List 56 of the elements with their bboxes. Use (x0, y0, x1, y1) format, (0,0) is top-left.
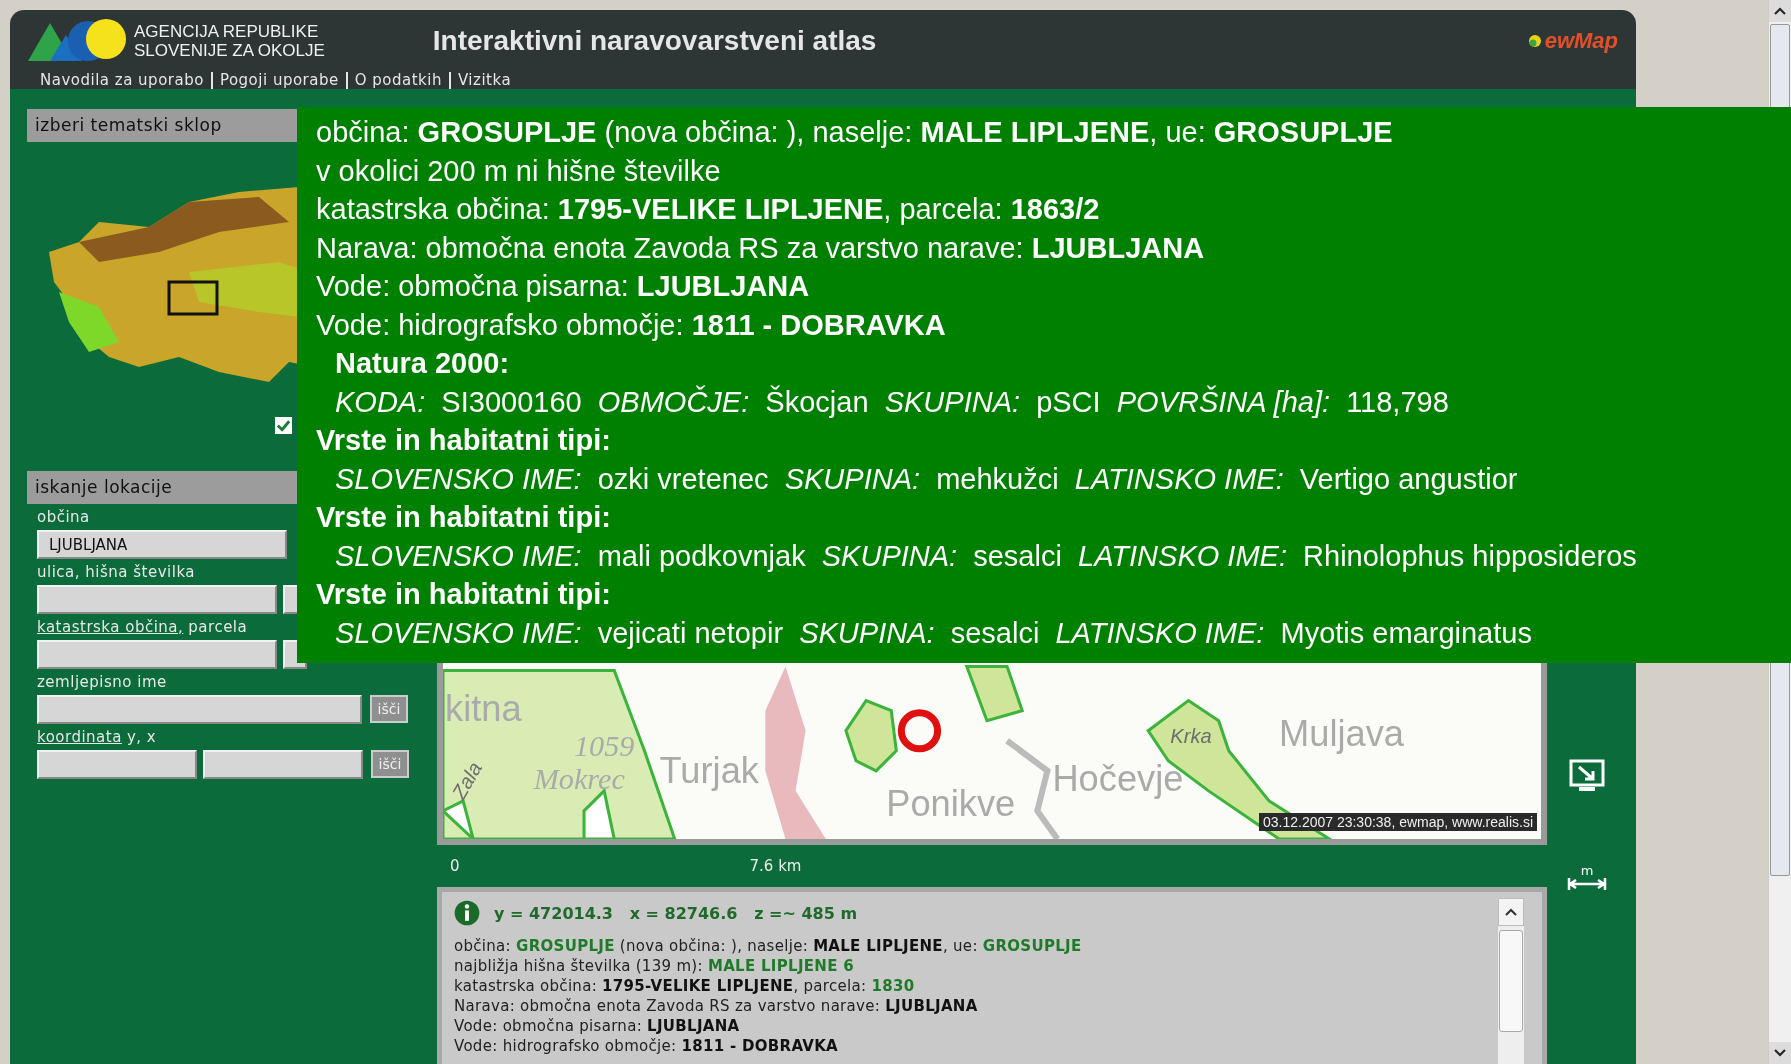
info-icon (454, 900, 480, 926)
measure-tool[interactable]: m (1567, 865, 1607, 891)
tooltip-line: Vode: območna pisarna: LJUBLJANA (316, 269, 810, 304)
info-line: Vode: območna pisarna: LJUBLJANA (454, 1016, 741, 1036)
place-label: kitna (445, 687, 522, 729)
place-label: Mokrec (533, 761, 625, 796)
place-label: Muljava (1279, 712, 1405, 754)
tooltip-line: Natura 2000: (334, 346, 510, 381)
info-line: Narava: območna enota Zavoda RS za varstvo narave: LJUBLJANA (454, 996, 979, 1016)
tooltip-line: v okolici 200 m ni hišne številke (316, 153, 721, 189)
tooltip-line: SLOVENSKO IME: mali podkovnjak SKUPINA: sesalci LATINSKO IME: Rhinolophus hipposideros (334, 538, 1637, 574)
field-label: ulica, hišna številka (37, 563, 196, 583)
tooltip-line: KODA: SI3000160 OBMOČJE: Škocjan SKUPINA: pSCI POVRŠINA [ha]: 118,798 (334, 384, 1449, 420)
logo-icon (28, 19, 128, 63)
place-label: Hočevje (1052, 757, 1184, 799)
input-field[interactable] (37, 695, 362, 724)
scroll-down-icon[interactable] (1774, 1049, 1786, 1057)
info-line: občina: GROSUPLJE (nova občina: ), naselje: MALE LIPLJENE, ue: GROSUPLJE (454, 936, 1083, 956)
tooltip-line: katastrska občina: 1795-VELIKE LIPLJENE, parcela: 1863/2 (316, 192, 1100, 227)
field-label-link[interactable]: katastrska občina, (37, 618, 184, 640)
overview-checkbox[interactable] (275, 417, 292, 434)
tooltip-line: Vrste in habitatni tipi: (316, 423, 611, 458)
scroll-up-icon[interactable] (1774, 7, 1786, 15)
tooltip-line: Vode: hidrografsko območje: 1811 - DOBRAVKA (316, 307, 946, 343)
scale-label: 0 (450, 857, 460, 875)
zoom-extent-icon[interactable] (1567, 759, 1607, 793)
nav-link[interactable]: Navodila za uporabo (28, 72, 211, 89)
info-line: Vode: hidrografsko območje: 1811 - DOBRAVKA (454, 1036, 840, 1056)
scrollbar[interactable] (1498, 898, 1524, 1064)
brand-logo-icon (1526, 33, 1543, 49)
app-title: Interaktivni naravovarstveni atlas (432, 25, 877, 57)
field-label: parcela (188, 618, 248, 638)
place-label: Ponikve (886, 783, 1016, 824)
info-line: katastrska občina: 1795-VELIKE LIPLJENE, parcela: 1830 (454, 976, 916, 996)
scale-label: 7.6 km (749, 857, 802, 875)
input-field[interactable] (37, 640, 277, 669)
input-field[interactable]: LJUBLJANA (37, 530, 287, 559)
map-credit: 03.12.2007 23:30:38, ewmap, www.realis.si (1258, 813, 1537, 831)
field-label-link[interactable]: koordinata (37, 728, 122, 750)
input-field[interactable] (37, 750, 197, 779)
coordinates-text: y = 472014.3 x = 82746.6 z =~ 485 m (494, 903, 858, 923)
place-label: Turjak (659, 749, 759, 791)
scroll-up-icon[interactable] (1505, 908, 1517, 916)
field-label: občina (37, 508, 90, 528)
tooltip-line: Vrste in habitatni tipi: (316, 577, 611, 612)
tooltip-line: Narava: območna enota Zavoda RS za varstvo narave: LJUBLJANA (316, 230, 1205, 266)
place-label: 1059 (573, 728, 635, 763)
input-field[interactable] (37, 585, 277, 614)
place-label: Krka (1170, 724, 1212, 747)
info-line: najbližja hišna številka (139 m): MALE LIPLJENE 6 (454, 956, 855, 976)
field-label: zemljepisno ime (37, 673, 167, 693)
agency-name: AGENCIJA REPUBLIKE (134, 22, 320, 41)
field-label: y, x (126, 728, 157, 748)
agency-name: SLOVENIJE ZA OKOLJE (134, 41, 325, 60)
tooltip-line: SLOVENSKO IME: vejicati netopir SKUPINA: sesalci LATINSKO IME: Myotis emarginatus (334, 615, 1532, 651)
input-field[interactable] (203, 750, 363, 779)
